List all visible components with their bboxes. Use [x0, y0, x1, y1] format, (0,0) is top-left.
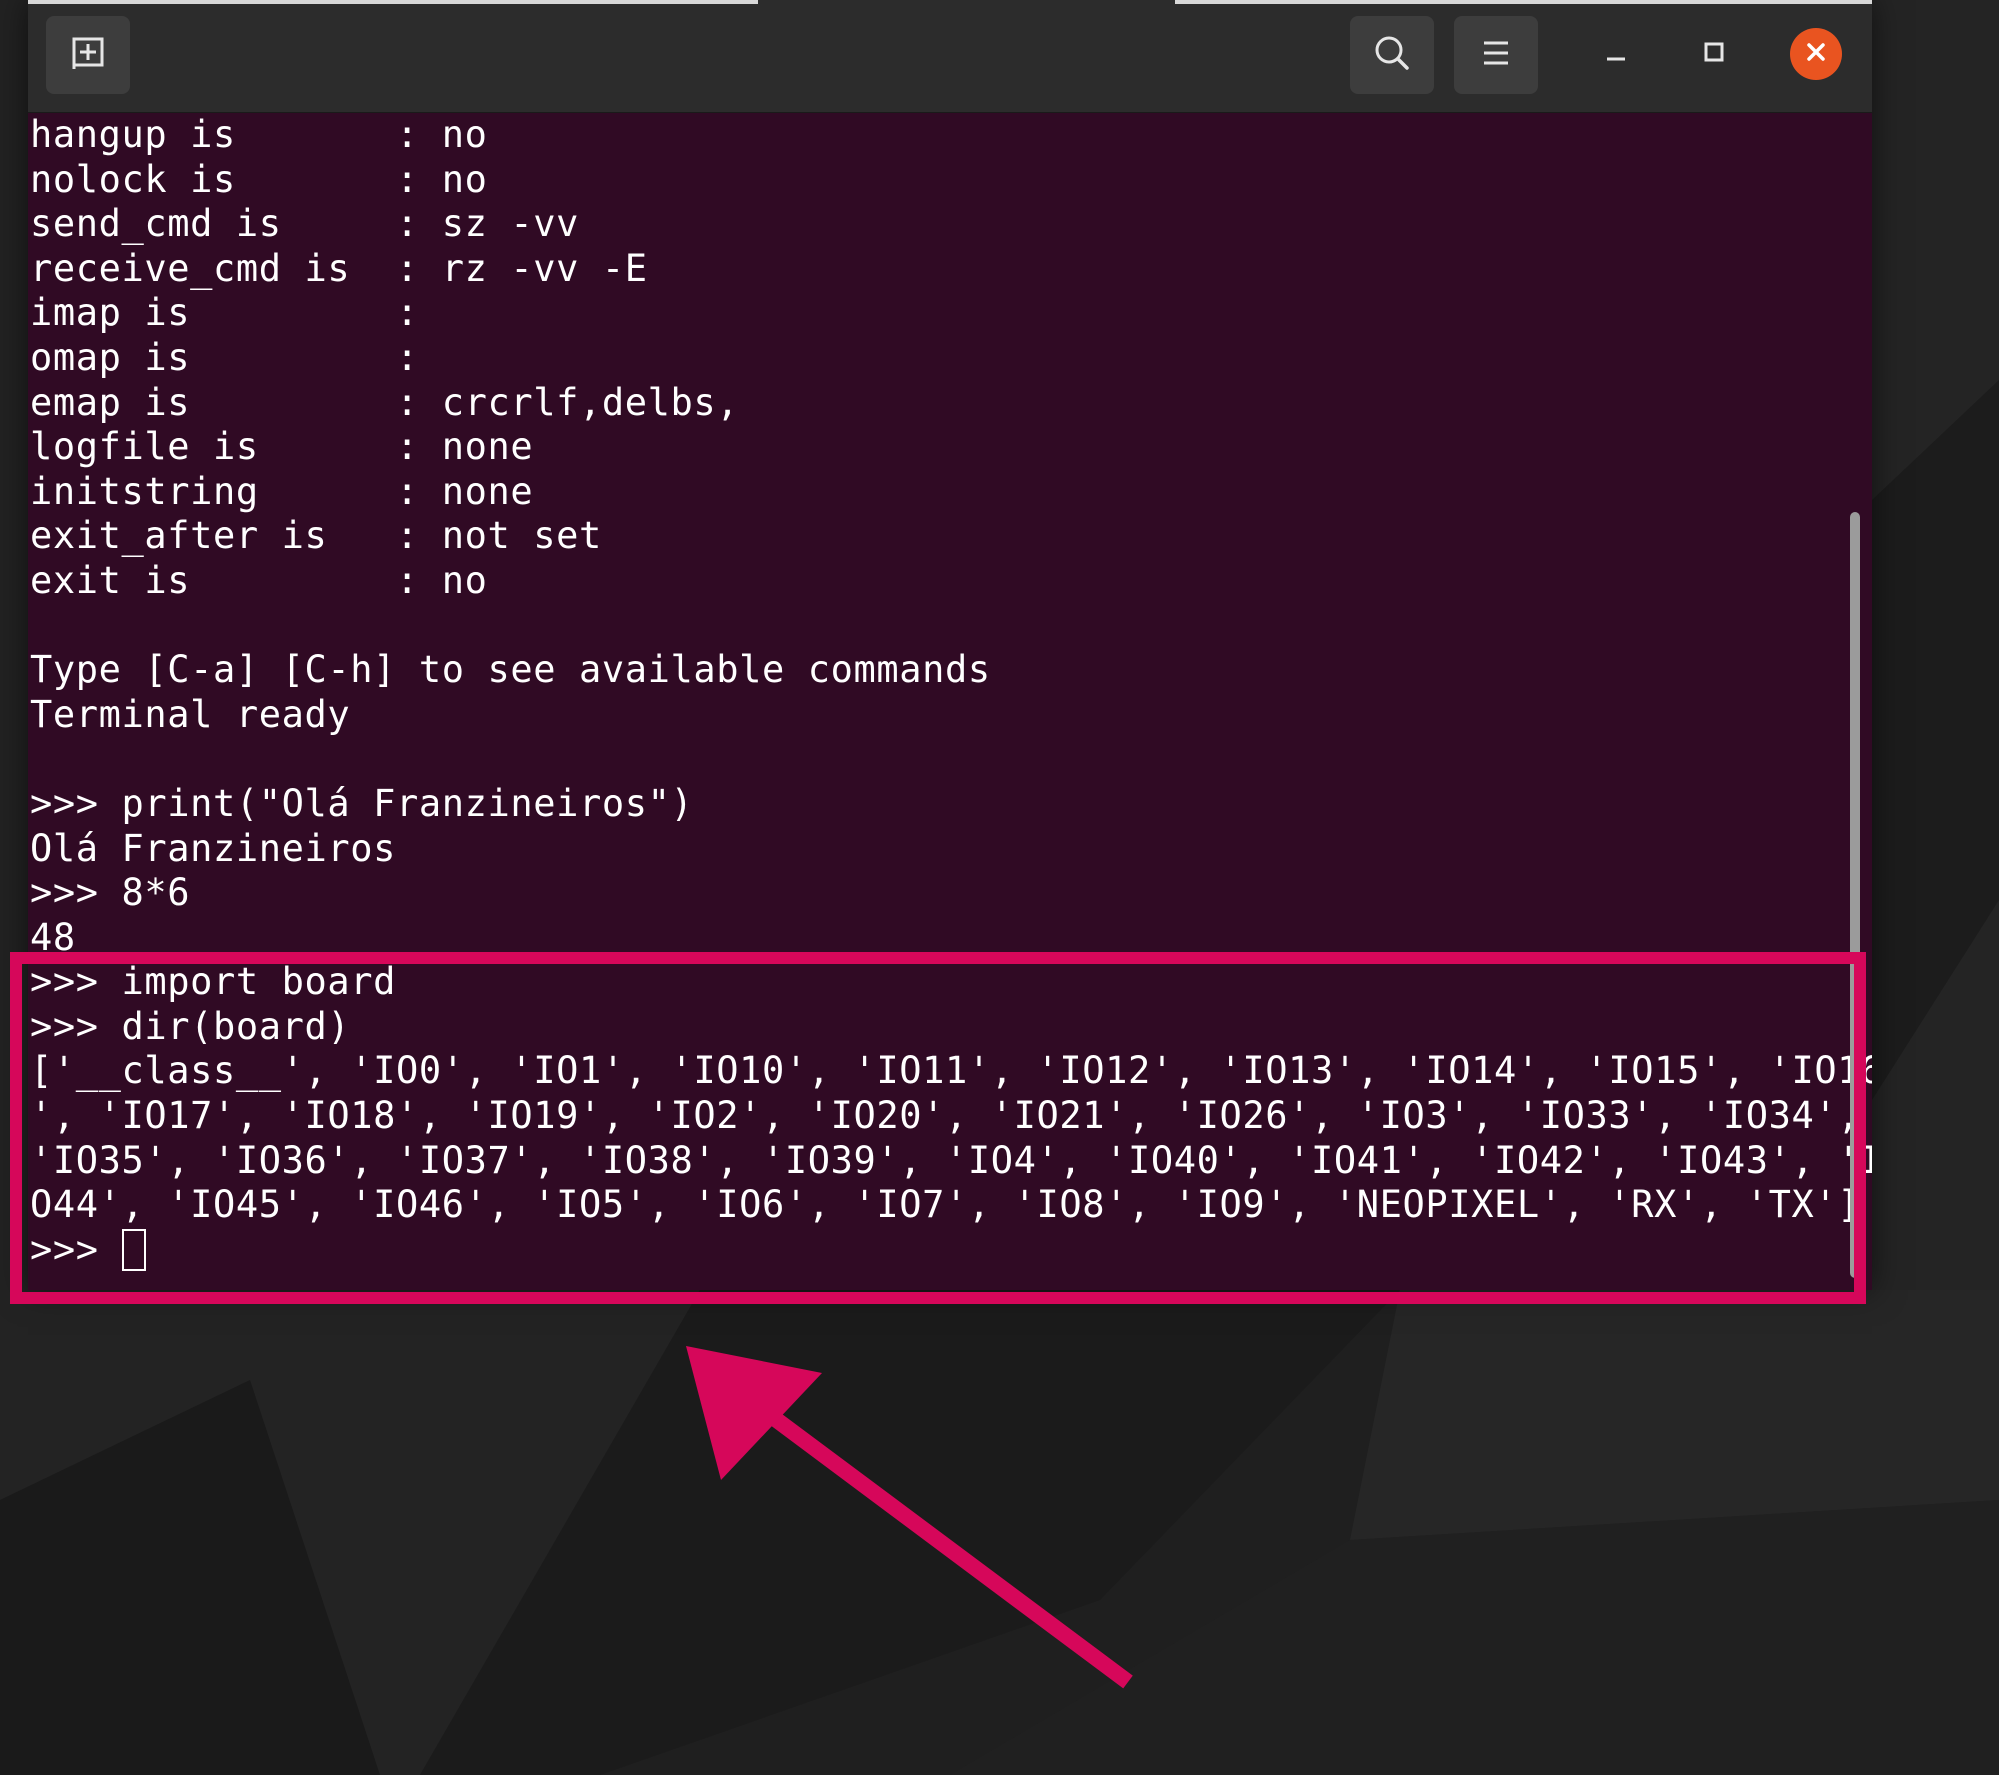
minimize-button[interactable] [1590, 28, 1642, 80]
new-tab-icon [66, 31, 110, 79]
terminal-line: receive_cmd is : rz -vv -E [30, 246, 648, 290]
terminal-line: send_cmd is : sz -vv [30, 202, 580, 246]
maximize-icon [1699, 37, 1729, 71]
terminal-line: Olá Franzineiros [30, 826, 397, 870]
terminal-line: hangup is : no [30, 113, 488, 156]
highlight-box [10, 952, 1866, 1304]
terminal-line: omap is : [30, 335, 419, 379]
terminal-line: exit is : no [30, 558, 488, 602]
hamburger-menu-icon [1474, 31, 1518, 79]
close-button[interactable] [1790, 28, 1842, 80]
new-tab-button[interactable] [46, 16, 130, 94]
terminal-line: >>> print("Olá Franzineiros") [30, 781, 694, 825]
minimize-icon [1601, 37, 1631, 71]
terminal-line: Terminal ready [30, 692, 351, 736]
terminal-line: nolock is : no [30, 157, 488, 201]
title-highlight [28, 0, 758, 4]
terminal-line: Type [C-a] [C-h] to see available comman… [30, 648, 991, 692]
title-bar [28, 0, 1872, 113]
search-icon [1370, 31, 1414, 79]
search-button[interactable] [1350, 16, 1434, 94]
close-icon [1801, 37, 1831, 71]
menu-button[interactable] [1454, 16, 1538, 94]
terminal-line: >>> 8*6 [30, 871, 191, 915]
maximize-button[interactable] [1688, 28, 1740, 80]
terminal-line: logfile is : none [30, 425, 534, 469]
terminal-line: imap is : [30, 291, 419, 335]
terminal-line: exit_after is : not set [30, 514, 602, 558]
title-highlight [1175, 0, 1872, 4]
terminal-line: emap is : crcrlf,delbs, [30, 380, 740, 424]
terminal-line: initstring : none [30, 469, 534, 513]
